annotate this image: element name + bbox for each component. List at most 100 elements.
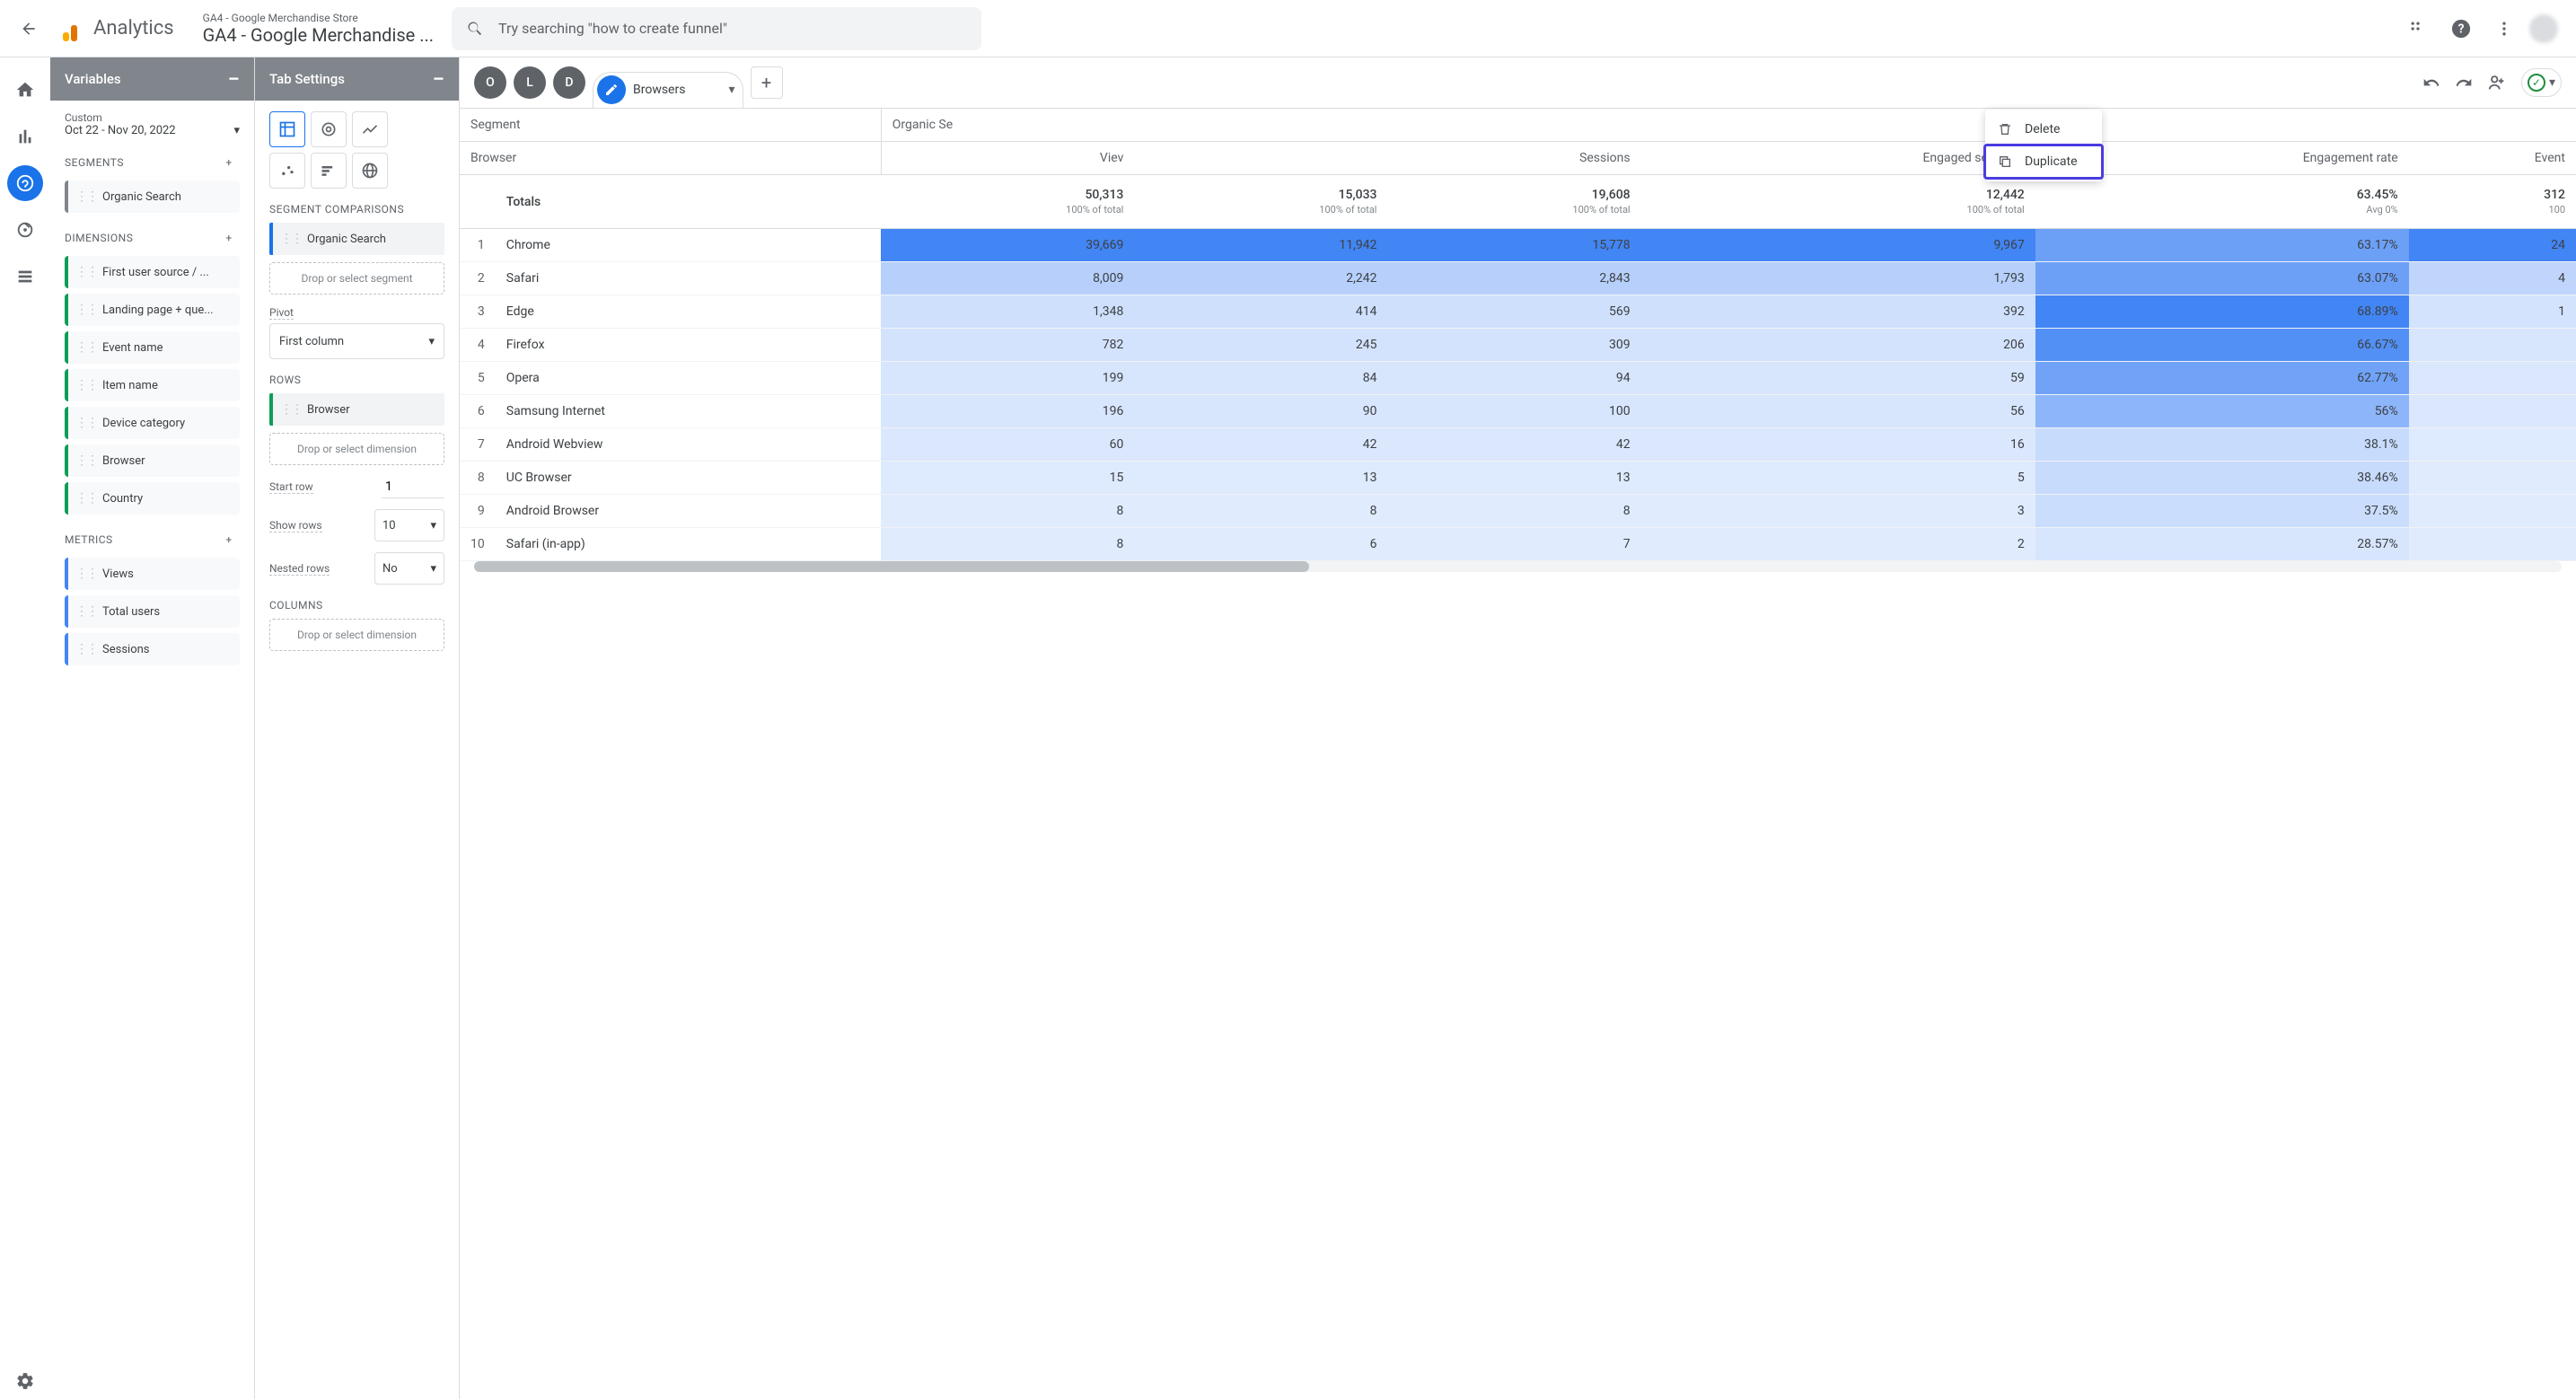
table-row[interactable]: 3Edge1,34841456939268.89%1 [460, 295, 2576, 329]
tab-pill[interactable]: O [474, 66, 506, 99]
trash-icon [1996, 122, 2014, 136]
dimension-chip[interactable]: ⋮⋮Country [65, 482, 240, 515]
property-selector[interactable]: GA4 - Google Merchandise Store GA4 - Goo… [203, 12, 434, 46]
redo-button[interactable] [2455, 74, 2473, 92]
left-nav [0, 57, 50, 1399]
table-row[interactable]: 8UC Browser151313538.46% [460, 462, 2576, 495]
search-icon [466, 20, 484, 38]
nav-advertising[interactable] [7, 212, 43, 248]
nested-rows-select[interactable]: No▾ [374, 552, 444, 585]
more-button[interactable] [2486, 11, 2522, 47]
nav-admin[interactable] [7, 1363, 43, 1399]
viz-donut[interactable] [311, 111, 347, 147]
segment-chip[interactable]: ⋮⋮Organic Search [65, 180, 240, 213]
tab-pill[interactable]: D [553, 66, 585, 99]
columns-title: COLUMNS [269, 599, 323, 612]
dimension-chip[interactable]: ⋮⋮Device category [65, 407, 240, 439]
table-row[interactable]: 6Samsung Internet196901005656% [460, 395, 2576, 428]
dimension-chip[interactable]: ⋮⋮Browser [65, 444, 240, 477]
top-header: Analytics GA4 - Google Merchandise Store… [0, 0, 2576, 57]
date-label: Custom [65, 111, 240, 124]
table-row[interactable]: 9Android Browser888337.5% [460, 495, 2576, 528]
variables-panel: Variables − Custom Oct 22 - Nov 20, 2022… [50, 57, 255, 1399]
help-button[interactable]: ? [2443, 11, 2479, 47]
tab-settings-header: Tab Settings − [255, 57, 459, 101]
apps-button[interactable] [2400, 11, 2436, 47]
tab-dropdown-icon[interactable]: ▾ [728, 83, 734, 97]
chevron-down-icon: ▾ [428, 335, 435, 348]
rows-chip[interactable]: ⋮⋮Browser [269, 393, 444, 426]
viz-table[interactable] [269, 111, 305, 147]
dimension-chip[interactable]: ⋮⋮Landing page + que... [65, 294, 240, 326]
viz-geo[interactable] [352, 153, 388, 189]
drop-segment-zone[interactable]: Drop or select segment [269, 262, 444, 295]
check-icon: ✓ [2528, 74, 2545, 92]
back-button[interactable] [7, 7, 50, 50]
date-range-selector[interactable]: Custom Oct 22 - Nov 20, 2022 ▾ [65, 111, 240, 137]
report-canvas: OLD Browsers ▾ + ✓ ▾ [460, 57, 2576, 1399]
table-row[interactable]: 7Android Webview6042421638.1% [460, 428, 2576, 462]
tab-settings-collapse[interactable]: − [433, 68, 445, 90]
property-subtitle: GA4 - Google Merchandise Store [203, 12, 434, 24]
metric-chip[interactable]: ⋮⋮Views [65, 558, 240, 590]
add-tab-button[interactable]: + [751, 66, 783, 99]
rows-title: ROWS [269, 374, 301, 386]
share-button[interactable] [2487, 73, 2507, 92]
viz-line[interactable] [352, 111, 388, 147]
undo-button[interactable] [2422, 74, 2440, 92]
viz-scatter[interactable] [269, 153, 305, 189]
col-sessions[interactable]: Sessions [1387, 142, 1640, 175]
table-row[interactable]: 4Firefox78224530920666.67% [460, 329, 2576, 362]
add-dimension-button[interactable]: + [218, 227, 240, 249]
property-title: GA4 - Google Merchandise ... [203, 24, 434, 46]
show-rows-select[interactable]: 10▾ [374, 509, 444, 541]
edit-icon [597, 75, 626, 104]
segment-comparison-chip[interactable]: ⋮⋮Organic Search [269, 223, 444, 255]
analytics-logo[interactable]: Analytics [50, 16, 185, 41]
drop-column-dimension-zone[interactable]: Drop or select dimension [269, 619, 444, 651]
user-avatar[interactable] [2529, 14, 2558, 43]
col-engaged[interactable]: Engaged sessions [1641, 142, 2035, 175]
col-blank [1134, 142, 1387, 175]
table-row[interactable]: 5Opera19984945962.77% [460, 362, 2576, 395]
segment-header: Segment [460, 109, 881, 142]
search-box[interactable]: Try searching "how to create funnel" [452, 7, 981, 50]
tab-pill[interactable]: L [514, 66, 546, 99]
variables-title: Variables [65, 71, 121, 87]
horizontal-scrollbar[interactable] [474, 561, 2562, 572]
col-event[interactable]: Event [2409, 142, 2576, 175]
show-rows-label: Show rows [269, 519, 322, 532]
tab-name: Browsers [633, 83, 721, 97]
variables-collapse[interactable]: − [228, 68, 241, 90]
nav-configure[interactable] [7, 259, 43, 295]
active-tab[interactable]: Browsers ▾ [593, 72, 743, 108]
variables-header: Variables − [50, 57, 254, 101]
metrics-title: METRICS [65, 533, 113, 546]
table-row[interactable]: 10Safari (in-app)867228.57% [460, 528, 2576, 561]
svg-text:?: ? [2458, 22, 2465, 36]
dimension-chip[interactable]: ⋮⋮First user source / ... [65, 256, 240, 288]
dimension-chip[interactable]: ⋮⋮Event name [65, 331, 240, 364]
add-metric-button[interactable]: + [218, 529, 240, 550]
header-actions: ? [2400, 11, 2569, 47]
col-views[interactable]: Viev [881, 142, 1134, 175]
add-segment-button[interactable]: + [218, 152, 240, 173]
menu-delete[interactable]: Delete [1985, 113, 2102, 145]
table-row[interactable]: 2Safari8,0092,2422,8431,79363.07%4 [460, 262, 2576, 295]
menu-duplicate[interactable]: Duplicate [1985, 145, 2102, 178]
drop-row-dimension-zone[interactable]: Drop or select dimension [269, 433, 444, 465]
nav-explore[interactable] [7, 165, 43, 201]
nav-reports[interactable] [7, 119, 43, 154]
nav-home[interactable] [7, 72, 43, 108]
viz-bar[interactable] [311, 153, 347, 189]
pivot-select[interactable]: First column▾ [269, 323, 444, 359]
metric-chip[interactable]: ⋮⋮Sessions [65, 633, 240, 665]
metric-chip[interactable]: ⋮⋮Total users [65, 595, 240, 628]
table-row[interactable]: 1Chrome39,66911,94215,7789,96763.17%24 [460, 229, 2576, 262]
dimension-chip[interactable]: ⋮⋮Item name [65, 369, 240, 401]
status-chip[interactable]: ✓ ▾ [2521, 68, 2562, 97]
app-name: Analytics [93, 17, 174, 40]
browser-header[interactable]: Browser [460, 142, 881, 175]
tab-context-menu: Delete Duplicate [1985, 110, 2102, 181]
start-row-input[interactable] [382, 476, 444, 498]
